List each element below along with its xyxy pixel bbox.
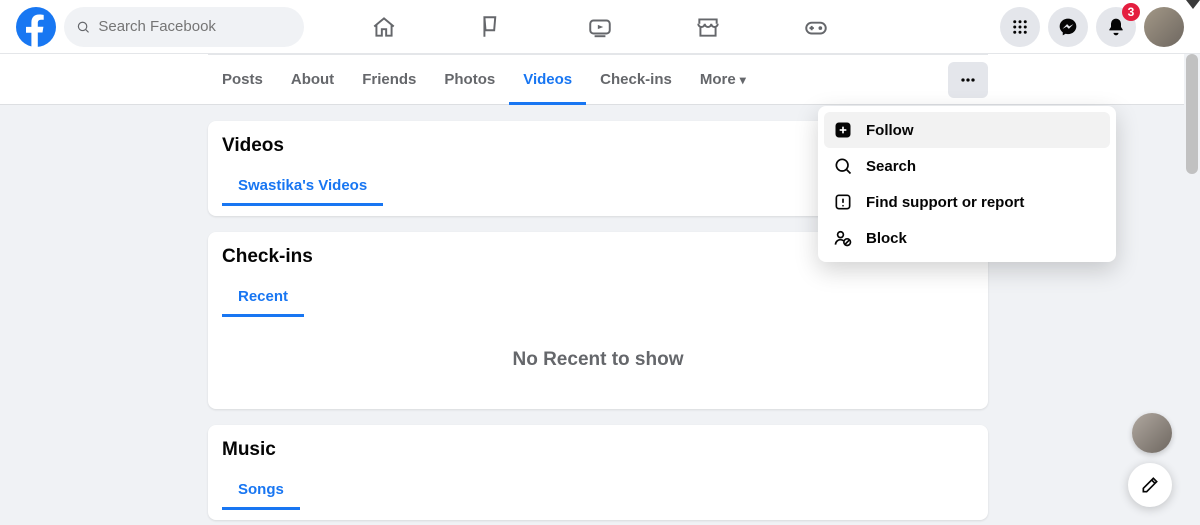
music-subtab-songs[interactable]: Songs: [222, 471, 300, 510]
tab-about[interactable]: About: [277, 55, 348, 104]
nav-marketplace[interactable]: [658, 0, 758, 53]
music-title: Music: [222, 439, 974, 461]
dropdown-follow-label: Follow: [866, 122, 914, 139]
search-icon: [76, 19, 90, 35]
tab-more[interactable]: More ▾: [686, 55, 760, 104]
facebook-logo[interactable]: [16, 7, 56, 47]
profile-more-dropdown: Follow Search Find support or report Blo…: [818, 106, 1116, 262]
compose-button[interactable]: [1128, 463, 1172, 507]
tab-checkins[interactable]: Check-ins: [586, 55, 686, 104]
tab-posts[interactable]: Posts: [208, 55, 277, 104]
dropdown-search-label: Search: [866, 158, 916, 175]
chevron-down-icon: ▾: [740, 73, 746, 87]
follow-icon: [832, 120, 854, 140]
tab-friends[interactable]: Friends: [348, 55, 430, 104]
block-icon: [832, 228, 854, 248]
videos-subtab-user[interactable]: Swastika's Videos: [222, 167, 383, 206]
tab-videos[interactable]: Videos: [509, 55, 586, 104]
dropdown-follow[interactable]: Follow: [824, 112, 1110, 148]
messenger-button[interactable]: [1048, 7, 1088, 47]
music-card: Music Songs: [208, 425, 988, 520]
nav-watch[interactable]: [550, 0, 650, 53]
dropdown-search[interactable]: Search: [824, 148, 1110, 184]
bell-icon: [1106, 17, 1126, 37]
checkins-empty: No Recent to show: [222, 317, 974, 399]
messenger-icon: [1058, 17, 1078, 37]
notifications-button[interactable]: 3: [1096, 7, 1136, 47]
checkins-subtab-recent[interactable]: Recent: [222, 278, 304, 317]
dots-icon: [958, 70, 978, 90]
compose-icon: [1140, 475, 1160, 495]
account-avatar[interactable]: [1144, 7, 1184, 47]
grid-icon: [1011, 18, 1029, 36]
nav-home[interactable]: [334, 0, 434, 53]
notification-badge: 3: [1122, 3, 1140, 21]
right-icons: 3: [1000, 7, 1184, 47]
tab-more-label: More: [700, 71, 736, 88]
menu-grid-button[interactable]: [1000, 7, 1040, 47]
scrollbar-thumb[interactable]: [1186, 54, 1198, 174]
dropdown-report-label: Find support or report: [866, 194, 1024, 211]
window-resize-indicator: [1186, 0, 1200, 9]
tab-photos[interactable]: Photos: [430, 55, 509, 104]
nav-gaming[interactable]: [766, 0, 866, 53]
profile-more-button[interactable]: [948, 62, 988, 98]
dropdown-block[interactable]: Block: [824, 220, 1110, 256]
chat-head[interactable]: [1132, 413, 1172, 453]
profile-tabs: Posts About Friends Photos Videos Check-…: [208, 54, 988, 104]
dropdown-report[interactable]: Find support or report: [824, 184, 1110, 220]
search-input[interactable]: [98, 18, 292, 35]
nav-pages[interactable]: [442, 0, 542, 53]
profile-tabbar-region: Posts About Friends Photos Videos Check-…: [0, 54, 1200, 105]
top-navbar: 3: [0, 0, 1200, 54]
report-icon: [832, 192, 854, 212]
dropdown-block-label: Block: [866, 230, 907, 247]
search-icon: [832, 156, 854, 176]
search-field-wrap[interactable]: [64, 7, 304, 47]
center-nav: [334, 0, 866, 53]
